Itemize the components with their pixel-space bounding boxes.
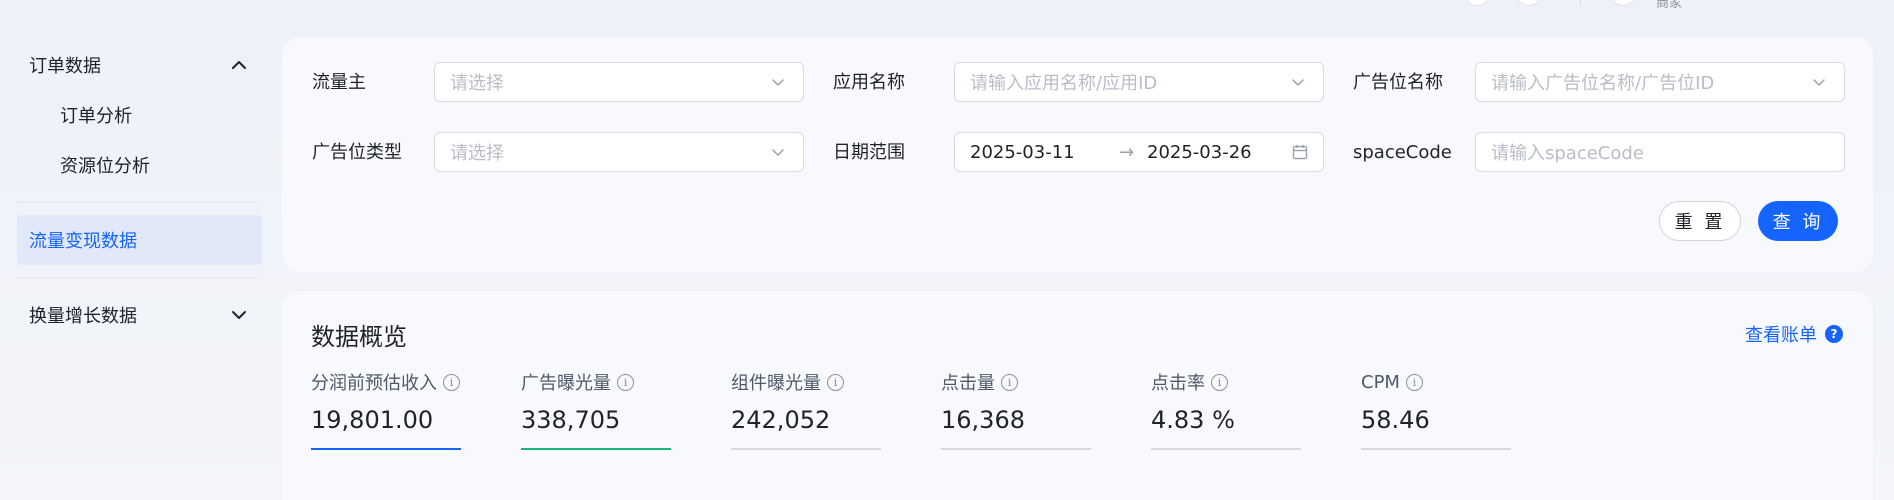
- sidebar-item-traffic-monetization[interactable]: 流量变现数据: [17, 215, 262, 265]
- metric-indicator-bar: [311, 448, 461, 450]
- date-range-arrow: →: [1119, 141, 1135, 163]
- section-title: 数据概览: [311, 323, 407, 351]
- metric-indicator-bar: [521, 448, 671, 450]
- metric-indicator-bar: [1151, 448, 1301, 450]
- metric-label-text: CPM: [1361, 371, 1400, 393]
- metric-value: 242,052: [731, 406, 831, 434]
- sidebar: 订单数据 订单分析 资源位分析 流量变现数据 换量增长数据: [0, 40, 275, 340]
- date-end-input[interactable]: 2025-03-26: [1147, 142, 1252, 163]
- header-remnant: 商家: [1460, 0, 1740, 11]
- chevron-down-icon: [772, 149, 784, 156]
- metric-indicator-bar: [941, 448, 1091, 450]
- select-placeholder: 请输入广告位名称/广告位ID: [1491, 73, 1715, 94]
- metric-label-text: 广告曝光量: [521, 373, 611, 394]
- metric-value: 19,801.00: [311, 406, 434, 434]
- metric-card: CPM i 58.46: [1361, 370, 1511, 450]
- metric-card: 组件曝光量 i 242,052: [731, 370, 881, 450]
- avatar[interactable]: [1610, 0, 1636, 6]
- info-icon[interactable]: i: [443, 373, 460, 391]
- ad-slot-type-label: 广告位类型: [312, 142, 402, 163]
- sidebar-group-label: 换量增长数据: [29, 306, 137, 327]
- metric-label: 分润前预估收入 i: [311, 370, 461, 394]
- traffic-owner-select[interactable]: 请选择: [434, 62, 804, 102]
- metric-card: 广告曝光量 i 338,705: [521, 370, 671, 450]
- question-icon[interactable]: ?: [1825, 325, 1843, 343]
- metric-value: 58.46: [1361, 406, 1430, 434]
- info-icon[interactable]: i: [827, 373, 844, 391]
- date-range-label: 日期范围: [833, 142, 905, 163]
- select-placeholder: 请选择: [450, 73, 504, 94]
- metric-value: 338,705: [521, 406, 621, 434]
- reset-button[interactable]: 重 置: [1659, 201, 1741, 241]
- chevron-up-icon: [232, 61, 246, 69]
- chevron-down-icon: [1813, 79, 1825, 86]
- calendar-icon: [1292, 145, 1308, 160]
- info-icon[interactable]: i: [1211, 373, 1228, 391]
- sidebar-group-order-data[interactable]: 订单数据: [0, 40, 275, 90]
- metric-value: 4.83 %: [1151, 406, 1235, 434]
- metric-label-text: 分润前预估收入: [311, 373, 437, 394]
- chevron-down-icon: [232, 311, 246, 319]
- space-code-label: spaceCode: [1353, 142, 1452, 163]
- space-code-input[interactable]: 请输入spaceCode: [1475, 132, 1845, 172]
- sidebar-group-label: 订单数据: [29, 56, 101, 77]
- ad-slot-name-label: 广告位名称: [1353, 72, 1443, 93]
- metric-card: 点击率 i 4.83 %: [1151, 370, 1301, 450]
- query-button[interactable]: 查 询: [1758, 201, 1838, 241]
- sidebar-item-label: 资源位分析: [60, 156, 150, 177]
- view-bill-link[interactable]: 查看账单 ?: [1745, 321, 1843, 347]
- info-icon[interactable]: i: [617, 373, 634, 391]
- chevron-down-icon: [772, 79, 784, 86]
- select-placeholder: 请选择: [450, 143, 504, 164]
- notification-icon[interactable]: [1464, 0, 1490, 6]
- sidebar-item-resource-analysis[interactable]: 资源位分析: [0, 140, 275, 190]
- view-bill-label: 查看账单: [1745, 325, 1817, 346]
- metric-value: 16,368: [941, 406, 1025, 434]
- sidebar-item-label: 订单分析: [60, 106, 132, 127]
- input-placeholder: 请输入spaceCode: [1491, 143, 1644, 164]
- metric-indicator-bar: [1361, 448, 1511, 450]
- ad-slot-type-select[interactable]: 请选择: [434, 132, 804, 172]
- header-divider: [1580, 0, 1581, 6]
- app-name-label: 应用名称: [833, 72, 905, 93]
- metric-label: 点击量 i: [941, 370, 1091, 394]
- metric-label-text: 点击率: [1151, 373, 1205, 394]
- filter-panel: 流量主 请选择 应用名称 请输入应用名称/应用ID 广告位名称 请输入广告位名称…: [282, 37, 1873, 272]
- chevron-down-icon: [1292, 79, 1304, 86]
- date-range-picker[interactable]: 2025-03-11 → 2025-03-26: [954, 132, 1324, 172]
- metric-indicator-bar: [731, 448, 881, 450]
- metric-label-text: 组件曝光量: [731, 373, 821, 394]
- metric-label-text: 点击量: [941, 373, 995, 394]
- date-start-input[interactable]: 2025-03-11: [970, 142, 1075, 163]
- metric-label: CPM i: [1361, 370, 1511, 394]
- info-icon[interactable]: i: [1001, 373, 1018, 391]
- app-name-select[interactable]: 请输入应用名称/应用ID: [954, 62, 1324, 102]
- ad-slot-name-select[interactable]: 请输入广告位名称/广告位ID: [1475, 62, 1845, 102]
- sidebar-item-label: 流量变现数据: [29, 231, 137, 252]
- metric-label: 点击率 i: [1151, 370, 1301, 394]
- help-circle-icon[interactable]: [1516, 0, 1542, 6]
- metric-label: 组件曝光量 i: [731, 370, 881, 394]
- sidebar-item-order-analysis[interactable]: 订单分析: [0, 90, 275, 140]
- sidebar-divider: [17, 202, 258, 203]
- sidebar-divider: [17, 277, 258, 278]
- sidebar-group-exchange-growth[interactable]: 换量增长数据: [0, 290, 275, 340]
- metric-card: 点击量 i 16,368: [941, 370, 1091, 450]
- user-name[interactable]: 商家: [1656, 0, 1682, 11]
- metric-label: 广告曝光量 i: [521, 370, 671, 394]
- traffic-owner-label: 流量主: [312, 72, 366, 93]
- info-icon[interactable]: i: [1405, 373, 1423, 391]
- select-placeholder: 请输入应用名称/应用ID: [970, 73, 1158, 94]
- data-overview-panel: 数据概览 查看账单 ? 分润前预估收入 i 19,801.00 广告曝光量 i …: [282, 291, 1873, 500]
- metric-card: 分润前预估收入 i 19,801.00: [311, 370, 461, 450]
